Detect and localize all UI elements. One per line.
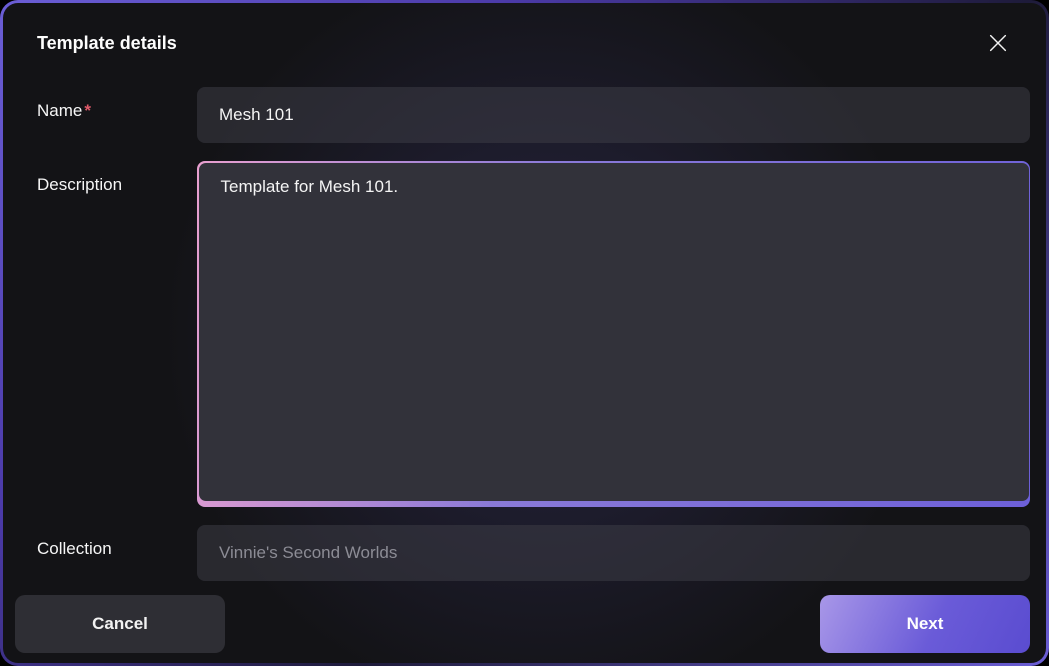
collection-row: Collection: [37, 525, 1030, 581]
modal-header: Template details: [3, 3, 1046, 87]
modal-footer: Cancel Next: [3, 581, 1046, 663]
description-input[interactable]: [199, 163, 1029, 501]
form-area: Name* Description Collection: [3, 87, 1046, 581]
description-field-wrap: [197, 161, 1030, 507]
name-input[interactable]: [197, 87, 1030, 143]
description-label: Description: [37, 161, 187, 195]
modal-title: Template details: [37, 33, 177, 54]
close-button[interactable]: [984, 29, 1012, 57]
description-row: Description: [37, 161, 1030, 507]
name-row: Name*: [37, 87, 1030, 143]
close-icon: [987, 32, 1009, 54]
template-details-modal: Template details Name* Description: [3, 3, 1046, 663]
modal-frame: Template details Name* Description: [0, 0, 1049, 666]
collection-label: Collection: [37, 525, 187, 559]
name-label: Name*: [37, 87, 187, 121]
collection-input[interactable]: [197, 525, 1030, 581]
name-label-text: Name: [37, 101, 82, 120]
next-button[interactable]: Next: [820, 595, 1030, 653]
cancel-button[interactable]: Cancel: [15, 595, 225, 653]
required-indicator: *: [84, 101, 91, 120]
